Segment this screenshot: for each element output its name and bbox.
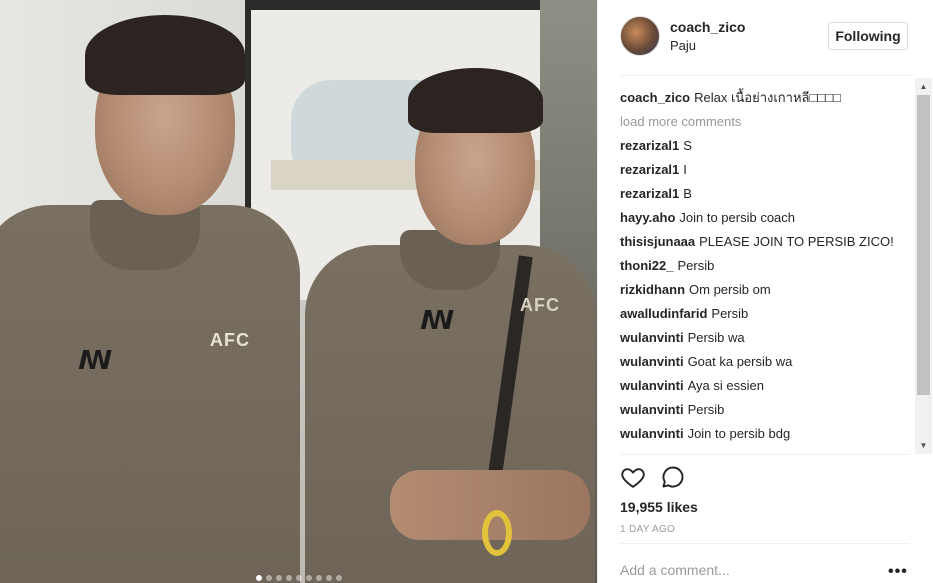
carousel-dot[interactable]: [255, 575, 262, 581]
post-actions: [620, 464, 720, 492]
comment-text: Join to persib coach: [679, 210, 796, 225]
comment-row: wulanvinti Persib: [620, 398, 912, 422]
carousel-dot[interactable]: [285, 575, 292, 581]
comment-text: I: [683, 162, 687, 177]
comment-row: awalludinfarid Persib: [620, 302, 912, 326]
person-left-shirt-logo: ꟿ: [78, 345, 113, 375]
comment-row: wulanvinti Join to persib bdg: [620, 422, 912, 446]
person-left-hair: [85, 15, 245, 95]
comment-text: Persib wa: [687, 330, 745, 345]
comment-row: thisisjunaaa PLEASE JOIN TO PERSIB ZICO!: [620, 230, 912, 254]
likes-count[interactable]: 19,955 likes: [620, 499, 698, 515]
carousel-dot[interactable]: [325, 575, 332, 581]
comment-author[interactable]: wulanvinti: [620, 402, 684, 417]
header-divider: [620, 75, 910, 76]
user-avatar[interactable]: [620, 16, 660, 56]
comment-text: Join to persib bdg: [687, 426, 791, 441]
person-left-afc-badge: AFC: [210, 330, 250, 350]
carousel-indicator: [0, 575, 597, 581]
comment-author[interactable]: hayy.aho: [620, 210, 675, 225]
comments-scrollbar[interactable]: ▲ ▼: [915, 78, 932, 454]
person-right-shirt-logo: ꟿ: [420, 305, 455, 335]
comment-row: thoni22_ Persib: [620, 254, 912, 278]
footer-divider: [620, 543, 910, 544]
comment-author[interactable]: rezarizal1: [620, 138, 679, 153]
post-photo[interactable]: ꟿ AFC ꟿ AFC: [0, 0, 597, 583]
person-right-hair: [408, 68, 543, 133]
comments-divider: [620, 454, 910, 455]
caption-author[interactable]: coach_zico: [620, 90, 690, 105]
comment-author[interactable]: wulanvinti: [620, 330, 684, 345]
comment-text: Aya si essien: [687, 378, 764, 393]
comment-row: wulanvinti Persib wa: [620, 326, 912, 350]
carousel-dot[interactable]: [265, 575, 272, 581]
comment-author[interactable]: wulanvinti: [620, 378, 684, 393]
scroll-down-arrow-icon[interactable]: ▼: [915, 437, 932, 454]
post-details-panel: coach_zico Paju Following coach_zico Rela…: [597, 0, 933, 583]
comment-icon[interactable]: [660, 464, 686, 490]
post-header: coach_zico Paju Following: [620, 16, 910, 58]
post-timestamp[interactable]: 1 DAY AGO: [620, 524, 675, 535]
comment-text: Persib: [677, 258, 715, 273]
scrollbar-thumb[interactable]: [917, 95, 930, 395]
comment-author[interactable]: thoni22_: [620, 258, 673, 273]
carousel-dot[interactable]: [275, 575, 282, 581]
comment-author[interactable]: rezarizal1: [620, 162, 679, 177]
comment-author[interactable]: rezarizal1: [620, 186, 679, 201]
comment-author[interactable]: wulanvinti: [620, 426, 684, 441]
comment-text: PLEASE JOIN TO PERSIB ZICO!: [699, 234, 894, 249]
heart-icon[interactable]: [620, 464, 646, 490]
comment-row: rizkidhann Om persib om: [620, 278, 912, 302]
carousel-dot[interactable]: [305, 575, 312, 581]
comment-author[interactable]: wulanvinti: [620, 354, 684, 369]
comment-text: B: [683, 186, 692, 201]
more-options-icon[interactable]: •••: [888, 563, 908, 581]
comment-row: rezarizal1 S: [620, 134, 912, 158]
carousel-dot[interactable]: [315, 575, 322, 581]
carousel-dot[interactable]: [335, 575, 342, 581]
post-location[interactable]: Paju: [670, 38, 696, 53]
comment-row: wulanvinti Goat ka persib wa: [620, 350, 912, 374]
comment-author[interactable]: thisisjunaaa: [620, 234, 695, 249]
comment-row: wulanvinti Aya si essien: [620, 374, 912, 398]
post-username[interactable]: coach_zico: [670, 19, 745, 35]
comment-text: Persib: [687, 402, 725, 417]
person-right-afc-badge: AFC: [520, 295, 560, 315]
yellow-bracelet: [482, 510, 512, 556]
comment-text: S: [683, 138, 692, 153]
comment-text: Goat ka persib wa: [687, 354, 793, 369]
comments-list: coach_zico Relax เนื้อย่างเกาหลี□□□□ load…: [620, 86, 912, 452]
comment-row: hayy.aho Join to persib coach: [620, 206, 912, 230]
scroll-up-arrow-icon[interactable]: ▲: [915, 78, 932, 95]
comment-author[interactable]: awalludinfarid: [620, 306, 707, 321]
load-more-comments-link[interactable]: load more comments: [620, 110, 912, 134]
caption: coach_zico Relax เนื้อย่างเกาหลี□□□□: [620, 86, 912, 110]
following-button[interactable]: Following: [828, 22, 908, 50]
comment-row: rezarizal1 I: [620, 158, 912, 182]
comment-text: Persib: [711, 306, 749, 321]
add-comment-input[interactable]: [620, 562, 880, 578]
comment-text: Om persib om: [689, 282, 771, 297]
comment-author[interactable]: rizkidhann: [620, 282, 685, 297]
comment-row: rezarizal1 B: [620, 182, 912, 206]
caption-text: Relax เนื้อย่างเกาหลี□□□□: [694, 90, 841, 105]
carousel-dot[interactable]: [295, 575, 302, 581]
